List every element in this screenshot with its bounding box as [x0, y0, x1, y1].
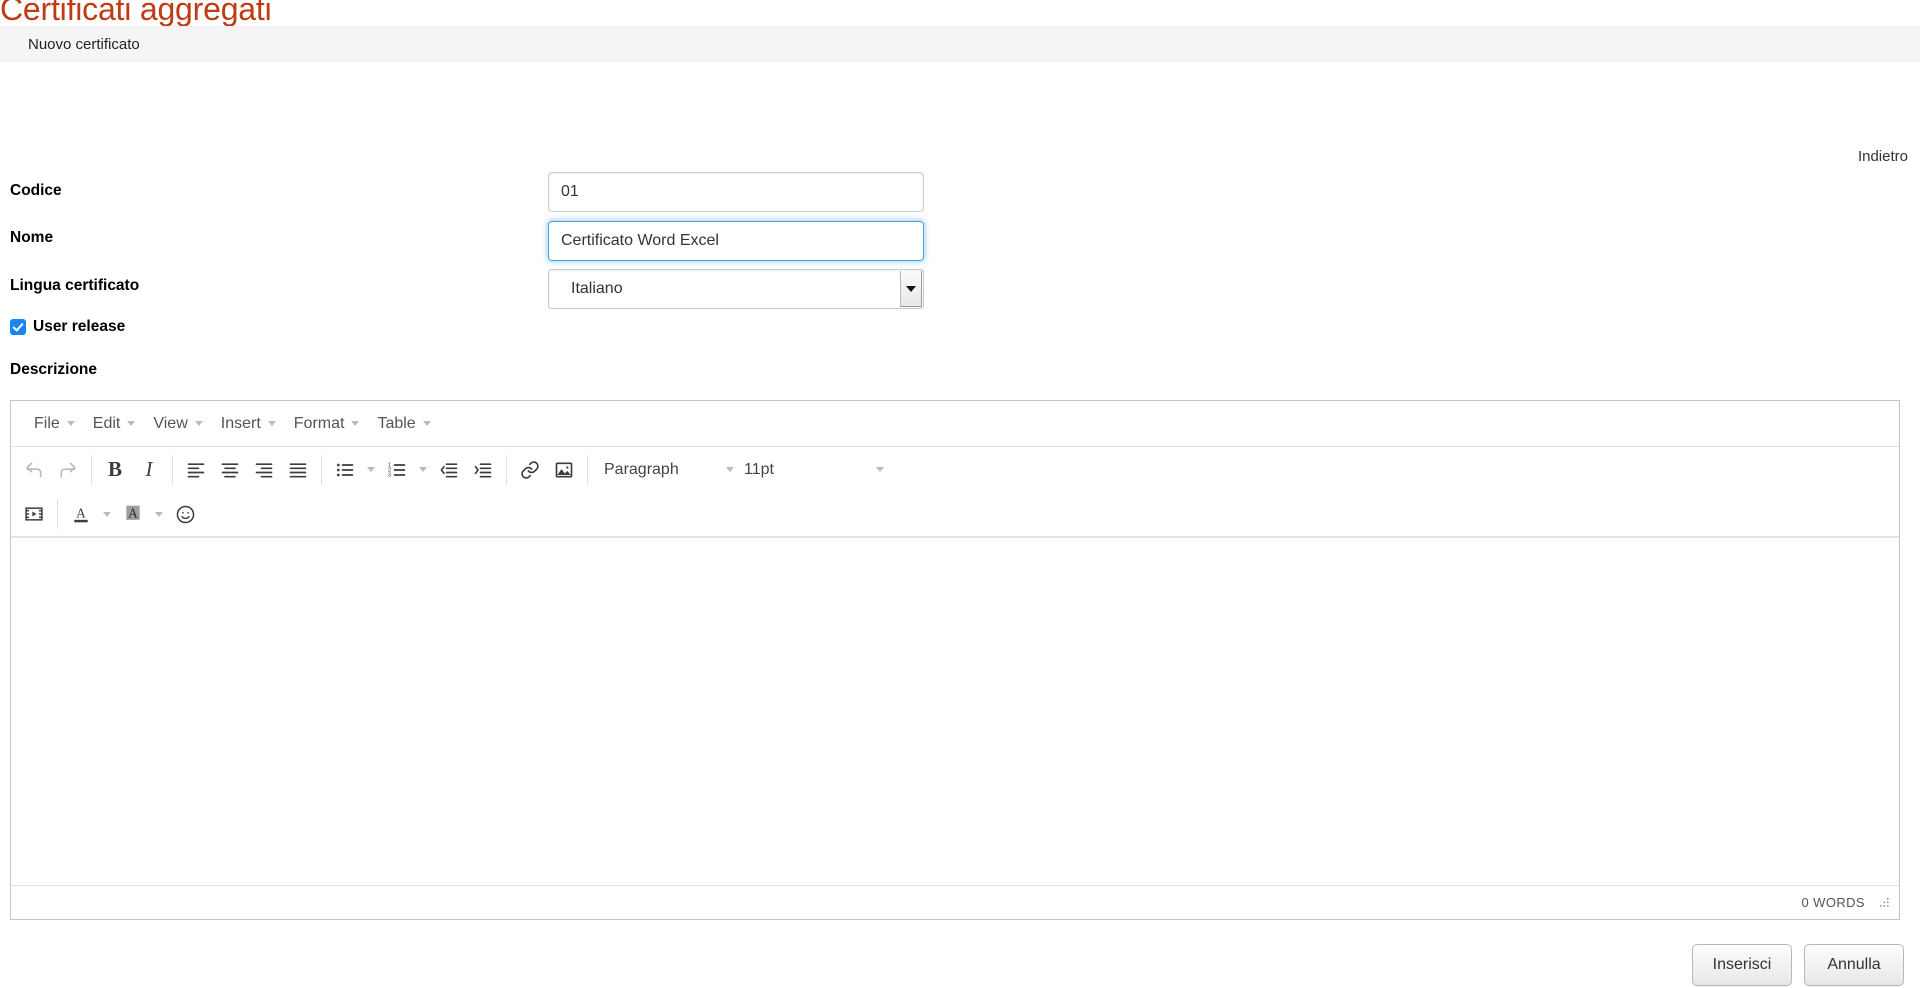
chevron-down-icon [194, 421, 203, 426]
breadcrumb-bar: Nuovo certificato [0, 26, 1920, 62]
back-link[interactable]: Indietro [1858, 148, 1908, 165]
image-icon[interactable] [547, 454, 581, 486]
svg-text:3: 3 [388, 472, 391, 478]
align-left-button[interactable] [179, 454, 213, 486]
submit-button[interactable]: Inserisci [1692, 944, 1792, 986]
editor-status-bar: 0 WORDS [11, 885, 1899, 919]
link-icon[interactable] [513, 454, 547, 486]
toolbar-separator [506, 454, 507, 485]
bold-button[interactable]: B [98, 454, 132, 486]
background-color-icon[interactable]: A [116, 498, 150, 530]
menu-table[interactable]: Table [368, 410, 439, 438]
svg-text:A: A [76, 505, 86, 520]
media-icon[interactable] [17, 498, 51, 530]
menu-table-label: Table [377, 414, 416, 432]
cancel-button[interactable]: Annulla [1804, 944, 1904, 986]
menu-format[interactable]: Format [285, 410, 369, 438]
menu-edit[interactable]: Edit [84, 410, 145, 438]
label-codice: Codice [10, 182, 62, 199]
chevron-down-icon [267, 421, 276, 426]
menu-insert-label: Insert [220, 414, 261, 432]
format-block-select[interactable]: Paragraph [594, 454, 734, 486]
text-color-icon[interactable]: A [64, 498, 98, 530]
background-color-options-button[interactable] [150, 498, 168, 530]
increase-indent-button[interactable] [466, 454, 500, 486]
word-count: 0 WORDS [1801, 895, 1865, 910]
redo-button[interactable] [51, 454, 85, 486]
bullet-list-button[interactable] [328, 454, 362, 486]
menu-edit-label: Edit [92, 414, 121, 432]
toolbar-separator [587, 454, 588, 485]
chevron-down-icon [367, 467, 375, 472]
page-title: Certificati aggregati [0, 0, 272, 27]
toolbar-separator [91, 454, 92, 485]
align-justify-button[interactable] [281, 454, 315, 486]
lingua-certificato-select[interactable]: Italiano [548, 269, 924, 309]
codice-input[interactable] [548, 172, 924, 212]
user-release-label: User release [33, 318, 126, 335]
resize-grip-icon[interactable] [1875, 895, 1891, 911]
select-dropdown-button[interactable] [900, 271, 922, 307]
lingua-selected-value: Italiano [571, 280, 623, 297]
chevron-down-icon [155, 511, 163, 517]
label-lingua-certificato: Lingua certificato [10, 277, 140, 294]
undo-button[interactable] [17, 454, 51, 486]
bullet-list-options-button[interactable] [362, 454, 380, 486]
breadcrumb: Nuovo certificato [28, 36, 140, 53]
decrease-indent-button[interactable] [432, 454, 466, 486]
chevron-down-icon [419, 467, 427, 472]
italic-button[interactable]: I [132, 454, 166, 486]
align-center-button[interactable] [213, 454, 247, 486]
user-release-checkbox[interactable] [10, 319, 26, 335]
chevron-down-icon [906, 285, 916, 292]
label-nome: Nome [10, 229, 54, 246]
menu-format-label: Format [293, 414, 345, 432]
menu-insert[interactable]: Insert [212, 410, 285, 438]
menu-file[interactable]: File [25, 410, 84, 438]
rich-text-editor: File Edit View Insert Format Table B I 1… [10, 400, 1900, 920]
toolbar-separator [321, 454, 322, 485]
form-actions: Inserisci Annulla [1692, 944, 1904, 986]
chevron-down-icon [876, 467, 884, 472]
font-size-select[interactable]: 11pt [734, 454, 884, 486]
editor-content-area[interactable] [11, 537, 1899, 813]
font-size-value: 11pt [744, 460, 774, 478]
editor-toolbar-row-1: B I 1 2 3 Paragraph 11pt [11, 447, 1899, 492]
editor-toolbar-row-2: A A [11, 492, 1899, 537]
page-root: Certificati aggregati Nuovo certificato … [0, 0, 1920, 988]
menu-view[interactable]: View [144, 410, 211, 438]
numbered-list-button[interactable]: 1 2 3 [380, 454, 414, 486]
chevron-down-icon [127, 421, 136, 426]
emoticon-icon[interactable] [168, 498, 202, 530]
svg-text:A: A [128, 505, 138, 520]
toolbar-separator [172, 454, 173, 485]
menu-view-label: View [153, 414, 188, 432]
chevron-down-icon [351, 421, 360, 426]
chevron-down-icon [726, 467, 734, 472]
editor-menubar: File Edit View Insert Format Table [11, 401, 1899, 447]
chevron-down-icon [66, 421, 75, 426]
nome-input[interactable] [548, 221, 924, 261]
label-descrizione: Descrizione [10, 361, 98, 378]
chevron-down-icon [422, 421, 431, 426]
toolbar-separator [57, 499, 58, 529]
chevron-down-icon [103, 511, 111, 517]
text-color-options-button[interactable] [98, 498, 116, 530]
user-release-row[interactable]: User release [10, 318, 125, 336]
numbered-list-options-button[interactable] [414, 454, 432, 486]
format-block-value: Paragraph [604, 460, 679, 478]
align-right-button[interactable] [247, 454, 281, 486]
menu-file-label: File [34, 414, 60, 432]
